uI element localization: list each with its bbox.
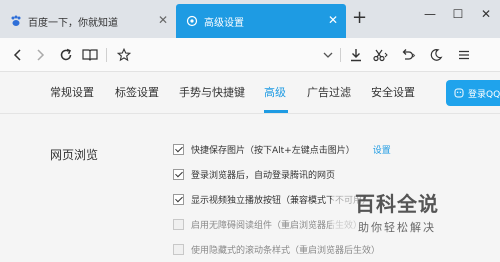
option-label: 登录浏览器后，自动登录腾讯的网页	[191, 170, 336, 181]
close-window-button[interactable]: ✕	[472, 0, 500, 28]
option-hidden-scrollbar[interactable]: 使用隐藏式的滚动条样式（重启浏览器后生效）	[173, 242, 380, 256]
option-auto-login-tencent[interactable]: 登录浏览器后，自动登录腾讯的网页	[173, 167, 335, 181]
checkbox[interactable]	[173, 193, 184, 205]
gear-icon	[186, 15, 198, 27]
chevron-left-icon[interactable]	[8, 45, 28, 65]
close-icon[interactable]: ✕	[328, 14, 338, 26]
login-qq-button[interactable]: 登录QQ	[446, 80, 500, 106]
tab-general[interactable]: 常规设置	[50, 72, 94, 114]
baidu-paw-icon	[10, 15, 22, 27]
settings-nav: 常规设置 标签设置 手势与快捷键 高级 广告过滤 安全设置 登录QQ	[0, 72, 500, 114]
moon-icon[interactable]	[426, 45, 446, 65]
watermark-title: 百科全说	[355, 191, 439, 216]
book-icon[interactable]	[80, 45, 100, 65]
reload-icon[interactable]	[56, 45, 76, 65]
window-controls: — ☐ ✕	[416, 0, 500, 28]
star-icon[interactable]	[114, 45, 134, 65]
tab-advanced-settings[interactable]: 高级设置 ✕	[176, 4, 346, 38]
qq-icon	[454, 88, 464, 98]
toolbar-divider	[106, 48, 107, 62]
watermark-subtitle: 助你轻松解决	[358, 220, 436, 234]
scissors-icon[interactable]	[370, 45, 390, 65]
checkbox[interactable]	[173, 218, 184, 230]
option-quick-save-image[interactable]: 快捷保存图片（按下Alt+左键点击图片） 设置	[173, 142, 391, 156]
tab-baidu[interactable]: 百度一下，你就知道 ✕	[0, 4, 176, 38]
toolbar-divider	[340, 48, 341, 62]
close-icon[interactable]: ✕	[158, 14, 168, 26]
watermark-logo: 百科全说 助你轻松解决	[332, 184, 462, 238]
tab-ad-filter[interactable]: 广告过滤	[307, 72, 351, 114]
login-label: 登录QQ	[468, 89, 500, 100]
new-tab-button[interactable]: +	[352, 7, 367, 29]
tab-title: 百度一下，你就知道	[28, 17, 118, 29]
chevron-down-icon[interactable]	[318, 45, 338, 65]
browser-toolbar	[0, 38, 500, 72]
tab-advanced[interactable]: 高级	[264, 72, 286, 114]
checkbox[interactable]	[173, 168, 184, 180]
option-label: 快捷保存图片（按下Alt+左键点击图片）	[191, 145, 355, 156]
menu-icon[interactable]	[454, 45, 474, 65]
tab-strip: 百度一下，你就知道 ✕ 高级设置 ✕ + — ☐ ✕	[0, 0, 500, 38]
checkbox[interactable]	[173, 143, 184, 155]
tab-title: 高级设置	[204, 17, 244, 29]
checkbox[interactable]	[173, 243, 184, 255]
chevron-right-icon[interactable]	[30, 45, 50, 65]
tab-security[interactable]: 安全设置	[371, 72, 415, 114]
tab-gestures-shortcuts[interactable]: 手势与快捷键	[179, 72, 245, 114]
undo-icon[interactable]	[398, 45, 418, 65]
tab-tabs[interactable]: 标签设置	[115, 72, 159, 114]
maximize-button[interactable]: ☐	[444, 0, 472, 28]
settings-link[interactable]: 设置	[373, 143, 391, 156]
option-label: 使用隐藏式的滚动条样式（重启浏览器后生效）	[191, 245, 381, 256]
download-icon[interactable]	[346, 45, 366, 65]
minimize-button[interactable]: —	[416, 0, 444, 28]
active-tab-indicator	[264, 110, 288, 113]
section-title: 网页浏览	[50, 148, 99, 162]
